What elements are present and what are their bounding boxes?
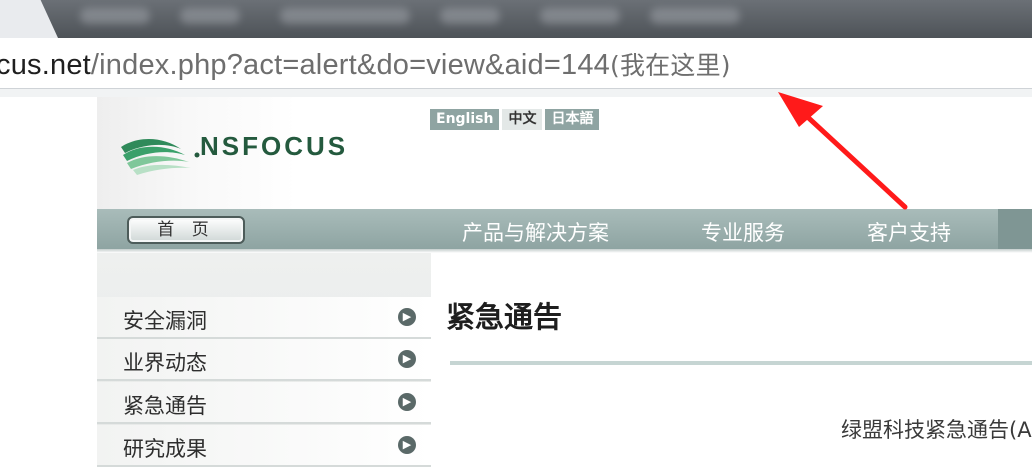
browser-tab-strip bbox=[0, 0, 1032, 38]
nav-item-services[interactable]: 专业服务 bbox=[701, 217, 785, 247]
nav-item-products[interactable]: 产品与解决方案 bbox=[462, 217, 609, 247]
url-host: cus.net bbox=[0, 49, 91, 81]
blurred-tab[interactable] bbox=[440, 8, 500, 24]
web-page: English 中文 日本語 NSFOCUS 首 页 产品与解决方案 专业服务 … bbox=[97, 97, 1032, 467]
sidebar-item-label: 研究成果 bbox=[123, 437, 207, 461]
sidebar: 安全漏洞 ▶ 业界动态 ▶ 紧急通告 ▶ 研究成果 ▶ bbox=[97, 253, 431, 467]
circle-arrow-right-icon: ▶ bbox=[398, 350, 416, 368]
sidebar-item-vulnerabilities[interactable]: 安全漏洞 ▶ bbox=[97, 297, 431, 339]
blurred-tab[interactable] bbox=[180, 8, 240, 24]
circle-arrow-right-icon: ▶ bbox=[398, 436, 416, 454]
blurred-tab[interactable] bbox=[650, 8, 740, 24]
blurred-tab[interactable] bbox=[80, 8, 150, 24]
sidebar-item-label: 业界动态 bbox=[123, 351, 207, 375]
logo-wordmark: NSFOCUS bbox=[200, 131, 349, 161]
site-header: English 中文 日本語 NSFOCUS bbox=[97, 97, 1032, 209]
title-divider bbox=[450, 361, 1032, 365]
home-button[interactable]: 首 页 bbox=[127, 216, 245, 244]
sidebar-item-label: 安全漏洞 bbox=[123, 309, 207, 333]
lang-japanese-button[interactable]: 日本語 bbox=[545, 109, 600, 130]
main-navigation: 首 页 产品与解决方案 专业服务 客户支持 bbox=[97, 209, 1032, 249]
sidebar-item-label: 紧急通告 bbox=[123, 394, 207, 418]
circle-arrow-right-icon: ▶ bbox=[398, 308, 416, 326]
url-text[interactable]: cus.net/index.php?act=alert&do=view&aid=… bbox=[0, 46, 731, 82]
sidebar-item-research[interactable]: 研究成果 ▶ bbox=[97, 425, 431, 467]
sidebar-item-emergency-notices[interactable]: 紧急通告 ▶ bbox=[97, 382, 431, 424]
url-annotation-note: (我在这里) bbox=[610, 51, 731, 80]
sidebar-item-industry-news[interactable]: 业界动态 ▶ bbox=[97, 339, 431, 381]
notice-link[interactable]: 绿盟科技紧急通告(A bbox=[841, 414, 1032, 444]
address-bar[interactable]: cus.net/index.php?act=alert&do=view&aid=… bbox=[0, 38, 1032, 89]
language-switcher: English 中文 日本語 bbox=[430, 109, 600, 130]
circle-arrow-right-icon: ▶ bbox=[398, 393, 416, 411]
blurred-tab[interactable] bbox=[540, 8, 620, 24]
active-browser-tab[interactable] bbox=[0, 0, 58, 38]
lang-chinese-button[interactable]: 中文 bbox=[502, 109, 543, 130]
toolbar-separator bbox=[0, 89, 1032, 97]
blurred-tab[interactable] bbox=[280, 8, 410, 24]
lang-english-button[interactable]: English bbox=[430, 109, 500, 130]
url-path: /index.php?act=alert&do=view&aid=144 bbox=[90, 49, 611, 81]
nav-end-segment bbox=[998, 209, 1032, 249]
page-title: 紧急通告 bbox=[446, 300, 563, 334]
nav-item-support[interactable]: 客户支持 bbox=[867, 217, 951, 247]
